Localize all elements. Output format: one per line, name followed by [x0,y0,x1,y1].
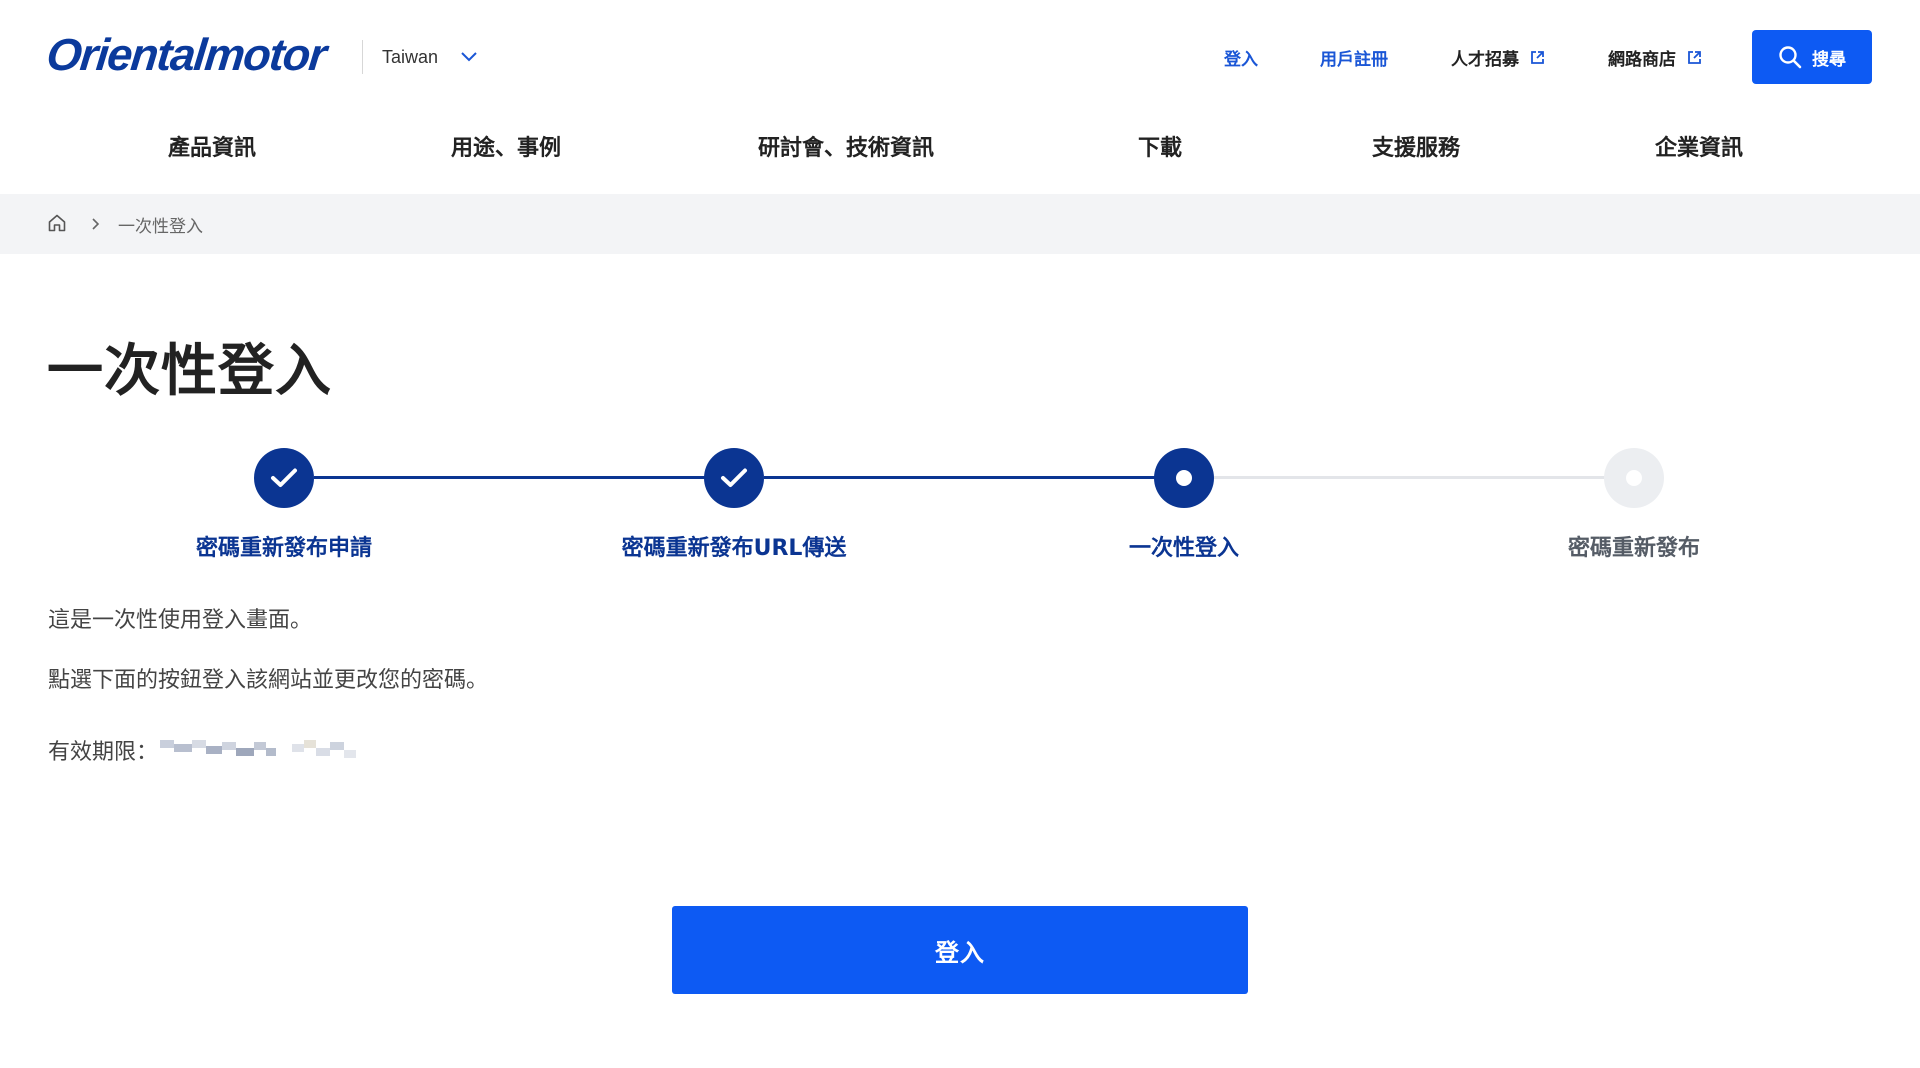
breadcrumb: 一次性登入 [0,194,1920,254]
instruction-text: 點選下面的按鈕登入該網站並更改您的密碼。 [48,668,489,693]
checkmark-icon [271,468,297,487]
redacted-expiry-value [160,738,357,762]
search-button[interactable]: 搜尋 [1752,30,1872,84]
careers-label: 人才招募 [1451,49,1519,70]
login-button[interactable]: 登入 [672,906,1248,994]
home-icon[interactable] [47,213,67,233]
careers-link[interactable]: 人才招募 [1451,40,1545,74]
step-2-indicator [704,448,764,508]
nav-item-downloads[interactable]: 下載 [1138,130,1182,162]
login-link[interactable]: 登入 [1224,40,1258,74]
step-4-label: 密碼重新發布 [1567,536,1701,561]
chevron-down-icon [460,48,478,66]
step-1-label: 密碼重新發布申請 [195,536,373,561]
chevron-right-icon [90,216,102,232]
step-4-indicator [1604,448,1664,508]
expiry-label: 有效期限： [48,740,159,765]
shop-link[interactable]: 網路商店 [1608,40,1702,74]
nav-item-applications[interactable]: 用途、事例 [451,130,561,162]
nav-item-company[interactable]: 企業資訊 [1655,130,1743,162]
step-2-label: 密碼重新發布URL傳送 [621,536,847,561]
external-link-icon [1530,50,1545,65]
register-link[interactable]: 用戶註冊 [1320,40,1388,74]
page-title: 一次性登入 [47,339,332,404]
country-label: Taiwan [382,46,439,67]
nav-item-products[interactable]: 產品資訊 [168,130,256,162]
step-connector [1214,476,1610,479]
expiry-row: 有效期限： [48,734,357,766]
step-connector [764,476,1160,479]
nav-item-seminars[interactable]: 研討會、技術資訊 [758,130,934,162]
country-selector[interactable]: Taiwan [362,40,478,74]
site-header: Orientalmotor Taiwan 登入 用戶註冊 人才招募 網路商店 搜… [0,0,1920,112]
nav-item-support[interactable]: 支援服務 [1372,130,1460,162]
step-1-indicator [254,448,314,508]
current-step-dot [1176,470,1192,486]
external-link-icon [1687,50,1702,65]
intro-text: 這是一次性使用登入畫面。 [48,608,313,633]
search-label: 搜尋 [1812,49,1846,70]
step-3-indicator [1154,448,1214,508]
search-icon [1778,45,1802,69]
orientalmotor-logo[interactable]: Orientalmotor [44,29,327,80]
main-navigation: 產品資訊 用途、事例 研討會、技術資訊 下載 支援服務 企業資訊 [0,120,1920,170]
pending-step-dot [1626,470,1642,486]
step-connector [314,476,710,479]
shop-label: 網路商店 [1608,49,1676,70]
breadcrumb-current: 一次性登入 [118,217,203,237]
step-3-label: 一次性登入 [1128,536,1240,561]
checkmark-icon [721,468,747,487]
